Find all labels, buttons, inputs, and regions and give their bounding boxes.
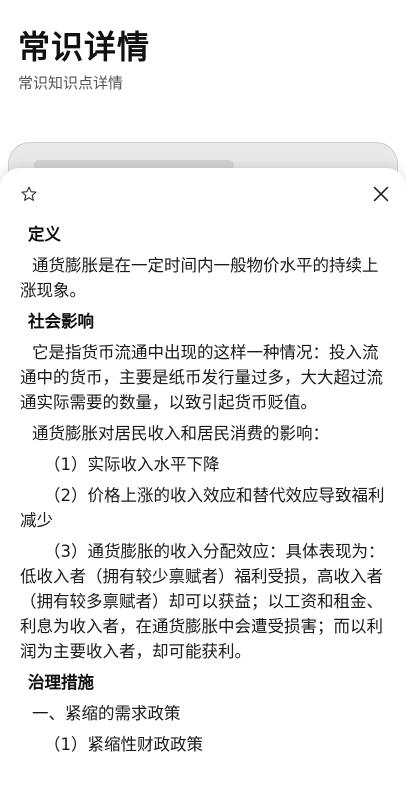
star-outline-icon[interactable] (20, 185, 38, 203)
impact-paragraph: 它是指货币流通中出现的这样一种情况：投入流通中的货币，主要是纸币发行量过多，大大… (20, 343, 383, 412)
definition-text: 通货膨胀是在一定时间内一般物价水平的持续上涨现象。 (20, 256, 379, 300)
impact-item: （1）实际收入水平下降 (44, 455, 220, 474)
impact-heading: 社会影响 (28, 312, 94, 331)
detail-content: 定义 通货膨胀是在一定时间内一般物价水平的持续上涨现象。 社会影响 它是指货币流… (20, 218, 388, 763)
close-icon[interactable] (370, 183, 392, 205)
impact-item: （2）价格上涨的收入效应和替代效应导致福利减少 (20, 486, 385, 530)
governance-line: （1）紧缩性财政政策 (44, 735, 203, 754)
detail-sheet: 定义 通货膨胀是在一定时间内一般物价水平的持续上涨现象。 社会影响 它是指货币流… (0, 168, 406, 785)
governance-heading: 治理措施 (28, 673, 94, 692)
impact-item: （3）通货膨胀的收入分配效应：具体表现为：低收入者（拥有较少禀赋者）福利受损，高… (20, 542, 385, 661)
governance-line: 一、紧缩的需求政策 (32, 704, 181, 723)
page-subtitle: 常识知识点详情 (18, 74, 124, 92)
page-title: 常识详情 (18, 28, 151, 66)
page-header: 常识详情 常识知识点详情 (0, 0, 406, 120)
definition-heading: 定义 (28, 225, 61, 244)
impact-paragraph: 通货膨胀对居民收入和居民消费的影响： (32, 424, 329, 443)
